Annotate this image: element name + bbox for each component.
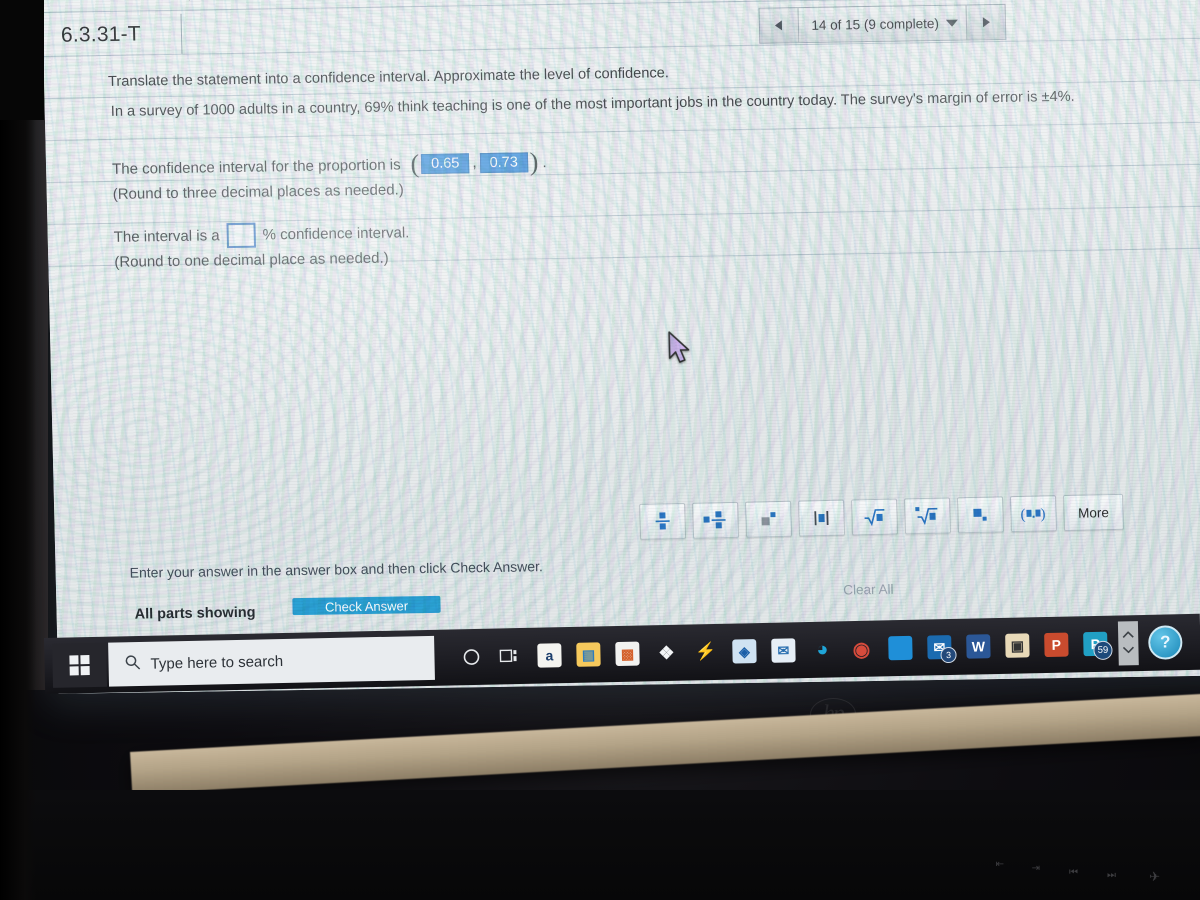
interval-upper-input[interactable]: 0.73	[479, 152, 528, 174]
laptop-keyboard-deck: ⇤ ⇥ ⏮ ⏭ ✈	[0, 790, 1200, 900]
next-question-button[interactable]	[965, 4, 1006, 40]
outlook-badge: 3	[940, 646, 957, 664]
photo-top-left-dark	[0, 0, 44, 120]
photo-scene: of 1 pt 6.3.31-T 14 of 15 (9 complete)	[0, 0, 1200, 900]
svg-text:(: (	[1020, 507, 1025, 523]
task-view-icon[interactable]	[495, 641, 526, 672]
more-symbols-button[interactable]: More	[1062, 493, 1125, 532]
help-question-icon[interactable]: ?	[1147, 625, 1183, 660]
points-label: of 1 pt	[160, 0, 200, 1]
all-parts-showing-label: All parts showing	[134, 604, 256, 623]
blue-diamond-icon[interactable]: ◈	[729, 636, 760, 667]
right-parenthesis: )	[529, 147, 539, 177]
mixed-fraction-icon[interactable]	[692, 501, 740, 539]
pearson-icon[interactable]: P 59	[1080, 629, 1113, 661]
nth-root-icon[interactable]	[904, 497, 952, 535]
interval-comma: ,	[472, 154, 477, 172]
lightning-icon[interactable]: ⚡	[690, 637, 721, 668]
question-navigator[interactable]: 14 of 15 (9 complete)	[758, 3, 1007, 44]
previous-question-button[interactable]	[759, 8, 800, 43]
check-answer-button[interactable]: Check Answer	[292, 595, 441, 616]
search-input[interactable]: Type here to search	[108, 635, 435, 687]
question-prompt: Translate the statement into a confidenc…	[107, 59, 1108, 120]
chrome-browser-icon[interactable]: ◉	[846, 634, 877, 665]
file-explorer-icon[interactable]: ▤	[573, 639, 604, 670]
taskbar-app-icons[interactable]: a ▤ ▩ ❖ ⚡ ◈ ✉ ◕ ◉ ✉ 3 W ▣ P P 59	[456, 629, 1113, 673]
chevron-down-icon[interactable]	[1122, 645, 1135, 655]
square-root-icon[interactable]	[851, 498, 899, 536]
photo-left-edge	[0, 0, 36, 900]
search-icon	[124, 654, 141, 674]
keyboard-keys: ⇤ ⇥ ⏮ ⏭ ✈	[740, 830, 1200, 900]
confidence-level-input[interactable]	[226, 222, 256, 249]
answer-part-1-label: The confidence interval for the proporti…	[111, 155, 401, 178]
edge-browser-icon[interactable]: ◕	[807, 634, 838, 665]
answer-instruction-note: Enter your answer in the answer box and …	[129, 558, 544, 581]
rule-2	[45, 121, 1200, 141]
scanner-app-icon[interactable]: ▣	[1002, 630, 1033, 661]
confidence-interval-input-group[interactable]: ( 0.65 , 0.73 )	[410, 147, 539, 179]
key-4: ⏭	[1107, 870, 1116, 881]
word-icon[interactable]: W	[963, 631, 994, 662]
key-1: ⇤	[995, 859, 1004, 870]
rule-under-title	[43, 37, 1200, 57]
answer-part-2-label: The interval is a	[113, 227, 220, 246]
answer-part-2-suffix: % confidence interval.	[262, 224, 410, 244]
math-symbol-palette[interactable]: ( ) More	[639, 493, 1125, 540]
exponent-icon[interactable]	[745, 500, 793, 538]
interval-notation-icon[interactable]: ( )	[1010, 495, 1058, 533]
interval-lower-input[interactable]: 0.65	[421, 153, 470, 175]
question-status-text: 14 of 15 (9 complete)	[811, 15, 940, 33]
fraction-icon[interactable]	[639, 502, 687, 540]
chevron-down-icon[interactable]	[945, 19, 959, 27]
laptop-screen: of 1 pt 6.3.31-T 14 of 15 (9 complete)	[42, 0, 1200, 694]
microsoft-store-icon[interactable]: ▩	[612, 638, 643, 669]
mouse-pointer-icon	[667, 331, 694, 370]
windows-start-icon[interactable]	[52, 642, 108, 688]
tray-expand-arrows[interactable]	[1117, 621, 1139, 666]
search-placeholder-text: Type here to search	[150, 652, 284, 673]
answer-area: The confidence interval for the proporti…	[112, 142, 1015, 271]
question-status[interactable]: 14 of 15 (9 complete)	[798, 5, 967, 43]
pearson-badge: 59	[1093, 640, 1113, 661]
question-workspace: of 1 pt 6.3.31-T 14 of 15 (9 complete)	[42, 0, 1200, 694]
question-id: 6.3.31-T	[52, 13, 183, 56]
answer-part-1-period: .	[542, 153, 547, 171]
absolute-value-icon[interactable]	[798, 499, 846, 537]
blue-app-icon[interactable]	[885, 633, 916, 664]
prompt-line-1: Translate the statement into a confidenc…	[107, 65, 670, 90]
rule-top	[42, 0, 1200, 13]
key-5: ✈	[1149, 869, 1160, 884]
left-parenthesis: (	[410, 149, 420, 179]
chevron-up-icon[interactable]	[1122, 631, 1134, 641]
svg-text:): )	[1040, 506, 1045, 522]
dropbox-icon[interactable]: ❖	[651, 638, 682, 669]
key-3: ⏮	[1069, 867, 1078, 878]
powerpoint-icon[interactable]: P	[1041, 629, 1072, 660]
mail-icon[interactable]: ✉	[768, 635, 799, 666]
amazon-icon[interactable]: a	[534, 640, 565, 671]
subscript-icon[interactable]	[957, 496, 1005, 534]
cortana-circle-icon[interactable]	[456, 642, 487, 673]
key-2: ⇥	[1031, 863, 1040, 874]
clear-all-button[interactable]: Clear All	[843, 582, 894, 598]
outlook-icon[interactable]: ✉ 3	[924, 632, 957, 664]
